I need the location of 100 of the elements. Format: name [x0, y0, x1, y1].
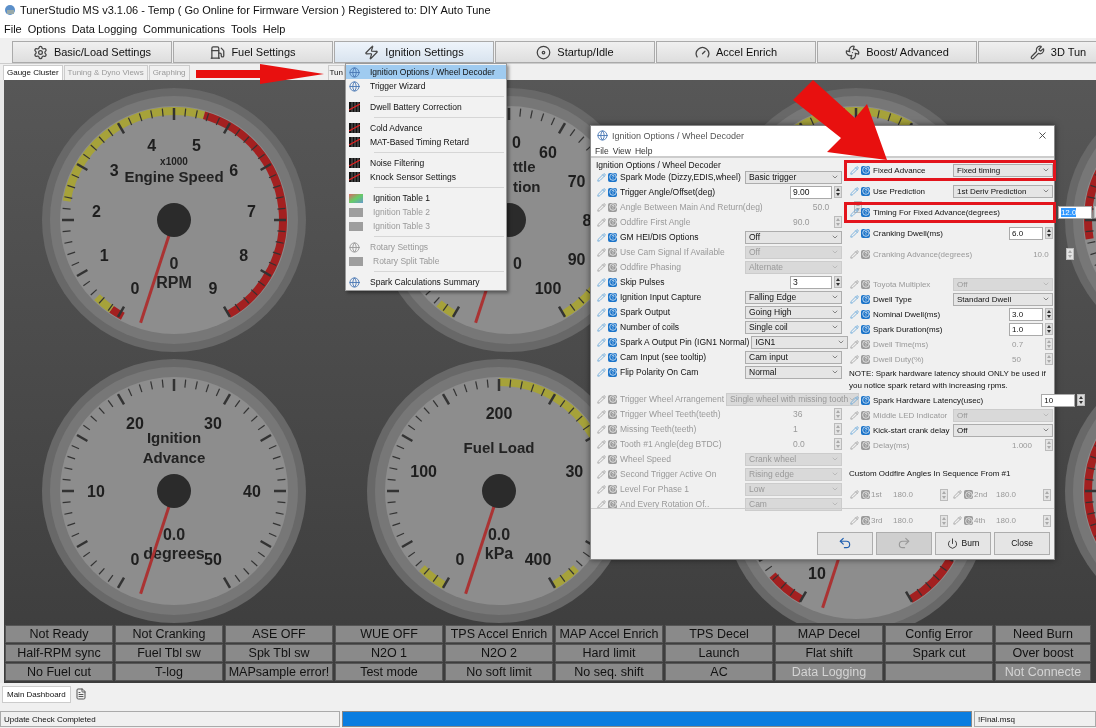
help-icon[interactable]: [608, 187, 617, 197]
toolbar-button[interactable]: Accel Enrich: [656, 41, 816, 63]
spinner-buttons[interactable]: [1045, 227, 1053, 240]
view-tab[interactable]: Gauge Cluster: [3, 65, 63, 80]
menu-entry[interactable]: Noise Filtering: [346, 156, 506, 170]
dropdown[interactable]: Standard Dwell: [953, 292, 1053, 306]
value-field[interactable]: 6.0: [1009, 226, 1043, 240]
toolbar-button[interactable]: Ignition Settings: [334, 41, 494, 63]
toolbar-button[interactable]: 3D Tun: [978, 41, 1096, 63]
menu-item[interactable]: View: [610, 145, 633, 156]
dropdown[interactable]: Fixed timing: [953, 163, 1053, 177]
status-indicator: Half-RPM sync: [5, 644, 113, 662]
value-field[interactable]: 1.0: [1009, 322, 1043, 336]
help-icon[interactable]: [861, 228, 870, 238]
dropdown[interactable]: Single coil: [745, 320, 842, 334]
menu-entry[interactable]: Ignition Options / Wheel Decoder: [346, 65, 506, 79]
close-icon[interactable]: [1037, 130, 1048, 142]
menu-entry[interactable]: Cold Advance: [346, 121, 506, 135]
help-icon[interactable]: [608, 337, 617, 347]
toolbar-button[interactable]: Basic/Load Settings: [12, 41, 172, 63]
field-label: Use Prediction: [873, 186, 927, 196]
view-tab[interactable]: Tun: [327, 65, 345, 80]
menu-item[interactable]: File: [593, 145, 611, 156]
scale-label: 200: [485, 405, 513, 422]
field-label: Angle Between Main And Return(deg): [620, 202, 763, 213]
gauge-title: ttle: [513, 158, 536, 175]
close-button[interactable]: Close: [994, 531, 1050, 555]
menu-item[interactable]: Communications: [140, 23, 229, 35]
dropdown[interactable]: Normal: [745, 365, 842, 379]
value-field[interactable]: 3: [790, 275, 832, 289]
chart-grid-icon: [349, 158, 360, 168]
dropdown[interactable]: Basic trigger: [745, 170, 842, 184]
menu-item[interactable]: Options: [24, 23, 69, 35]
help-icon[interactable]: [608, 277, 617, 287]
value-readout: 36: [792, 408, 804, 421]
toolbar-button[interactable]: Fuel Settings: [173, 41, 333, 63]
gauge-multiplier: x1000: [160, 156, 188, 167]
dropdown[interactable]: Off: [745, 230, 842, 244]
status-indicator: N2O 1: [335, 644, 443, 662]
value-field[interactable]: 3.0: [1009, 307, 1043, 321]
help-icon[interactable]: [608, 322, 617, 332]
help-icon[interactable]: [861, 186, 870, 196]
burn-button[interactable]: Burn: [935, 531, 991, 555]
dropdown[interactable]: IGN1: [751, 335, 849, 349]
menu-item[interactable]: Data Logging: [68, 23, 141, 35]
spinner-buttons[interactable]: [834, 276, 842, 289]
help-icon[interactable]: [608, 292, 617, 302]
help-icon[interactable]: [861, 425, 870, 435]
spinner-buttons[interactable]: [834, 186, 842, 199]
help-icon[interactable]: [608, 367, 617, 377]
undo-button[interactable]: [817, 531, 873, 555]
scale-label: 20: [126, 415, 144, 433]
wrench-icon: [1029, 44, 1045, 60]
field-label: Wheel Speed: [620, 454, 673, 465]
help-icon[interactable]: [608, 352, 617, 362]
help-icon[interactable]: [608, 307, 617, 317]
pencil-icon[interactable]: [850, 207, 859, 217]
menu-item[interactable]: File: [1, 23, 25, 35]
help-icon[interactable]: [861, 395, 870, 405]
value-field[interactable]: 9.00: [790, 185, 832, 199]
document-icon[interactable]: [74, 688, 87, 700]
help-icon[interactable]: [608, 172, 617, 182]
help-icon[interactable]: [861, 324, 870, 334]
fuel-icon: [210, 44, 226, 60]
dropdown[interactable]: Cam input: [745, 350, 842, 364]
menu-item[interactable]: Help: [259, 23, 289, 35]
toolbar-button[interactable]: Startup/Idle: [495, 41, 655, 63]
scale-label: 30: [565, 462, 584, 480]
help-icon[interactable]: [861, 294, 870, 304]
help-icon[interactable]: [861, 309, 870, 319]
dropdown[interactable]: 1st Deriv Prediction: [953, 184, 1053, 198]
spinner-buttons[interactable]: [1045, 308, 1053, 321]
dropdown[interactable]: Off: [953, 423, 1053, 437]
toolbar-button[interactable]: Boost/ Advanced: [817, 41, 977, 63]
menu-entry[interactable]: Ignition Table 1: [346, 191, 506, 205]
value-field[interactable]: 10: [1041, 393, 1076, 407]
spinner-buttons[interactable]: [1077, 394, 1086, 407]
field-label: Timing For Fixed Advance(degrees): [873, 207, 1000, 217]
menu-entry[interactable]: MAT-Based Timing Retard: [346, 135, 506, 149]
dashboard-tab[interactable]: Main Dashboard: [2, 685, 71, 703]
menu-entry[interactable]: Dwell Battery Correction: [346, 100, 506, 114]
scale-label: 4: [147, 137, 157, 155]
scale-label: 50: [204, 550, 222, 568]
undo-icon: [838, 536, 852, 551]
menu-item[interactable]: Help: [633, 145, 655, 156]
help-icon[interactable]: [861, 207, 870, 217]
status-file: !Final.msq: [974, 711, 1096, 727]
menu-entry[interactable]: Trigger Wizard: [346, 79, 506, 93]
field-label: 3rd: [871, 516, 884, 526]
menu-entry[interactable]: Knock Sensor Settings: [346, 170, 506, 184]
help-icon[interactable]: [608, 232, 617, 242]
help-icon[interactable]: [861, 165, 870, 175]
spinner-buttons[interactable]: [1045, 323, 1053, 336]
dropdown[interactable]: Falling Edge: [745, 290, 842, 304]
dropdown[interactable]: Going High: [745, 305, 842, 319]
menu-entry[interactable]: Spark Calculations Summary: [346, 275, 506, 289]
scale-label: 90: [567, 251, 586, 268]
field-label: Trigger Angle/Offset(deg): [620, 187, 716, 198]
table-icon: [349, 193, 363, 203]
menu-item[interactable]: Tools: [228, 23, 260, 35]
